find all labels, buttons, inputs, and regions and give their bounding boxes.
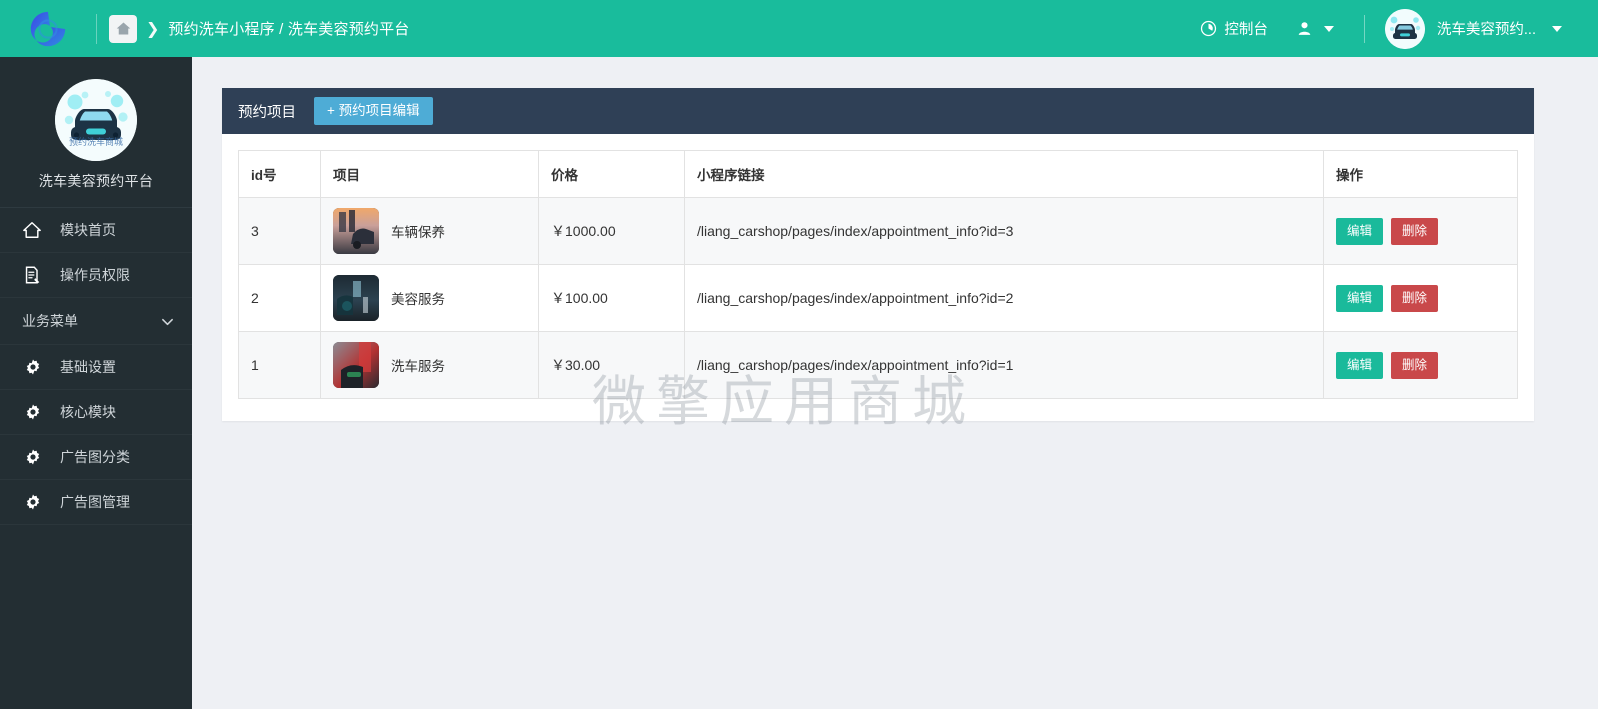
sidebar-item-label: 基础设置: [60, 359, 116, 375]
table-row: 2 美容服务 ￥100.00 /liang_carshop/pages/inde…: [238, 264, 1518, 332]
target-console-icon: [1201, 20, 1217, 37]
table-container: id号 项目 价格 小程序链接 操作 3 车辆保养 ￥1000.00 /lian…: [222, 134, 1534, 421]
cell-link: /liang_carshop/pages/index/appointment_i…: [684, 331, 1324, 399]
top-header-bar: ❯ 预约洗车小程序 / 洗车美容预约平台 控制台 洗车美容预约...: [0, 0, 1598, 57]
table-row: 1 洗车服务 ￥30.00 /liang_carshop/pages/index…: [238, 331, 1518, 399]
table-row: 3 车辆保养 ￥1000.00 /liang_carshop/pages/ind…: [238, 197, 1518, 265]
cell-operations: 编辑 删除: [1323, 264, 1518, 332]
column-header-item: 项目: [320, 150, 539, 198]
sidebar-item-label: 核心模块: [60, 404, 116, 420]
column-header-link: 小程序链接: [684, 150, 1324, 198]
breadcrumb-separator: ❯: [146, 20, 160, 38]
maintenance-thumb[interactable]: [333, 208, 379, 254]
table-header-row: id号 项目 价格 小程序链接 操作: [238, 150, 1518, 198]
swirl-logo-icon: [30, 11, 66, 46]
gear-icon: [24, 358, 42, 376]
document-pencil-icon: [22, 265, 42, 285]
carwash-thumb[interactable]: [333, 342, 379, 388]
sidebar-brand: 预约洗车商城 洗车美容预约平台: [0, 57, 192, 208]
cell-id: 2: [238, 264, 321, 332]
sidebar-item-ad-category[interactable]: 广告图分类: [0, 435, 192, 480]
cell-price: ￥1000.00: [538, 197, 685, 265]
cell-item: 洗车服务: [320, 331, 539, 399]
home-glyph-icon: [116, 22, 130, 35]
sidebar-item-label: 操作员权限: [60, 267, 130, 283]
delete-button[interactable]: 删除: [1391, 351, 1439, 379]
header-actions: 控制台 洗车美容预约...: [1186, 0, 1598, 57]
sidebar-group-business-menu[interactable]: 业务菜单: [0, 298, 192, 345]
cell-id: 1: [238, 331, 321, 399]
edit-button[interactable]: 编辑: [1336, 284, 1384, 312]
user-menu-button[interactable]: [1282, 0, 1348, 57]
home-icon[interactable]: [109, 14, 137, 43]
app-logo[interactable]: [0, 0, 96, 57]
sidebar-item-operator-permission[interactable]: 操作员权限: [0, 253, 192, 298]
carwash-avatar-icon: [1384, 8, 1425, 49]
column-header-price: 价格: [538, 150, 685, 198]
svg-text:预约洗车商城: 预约洗车商城: [69, 136, 123, 148]
sidebar-item-label: 广告图分类: [60, 449, 130, 465]
delete-button[interactable]: 删除: [1391, 284, 1439, 312]
beauty-thumb[interactable]: [333, 275, 379, 321]
edit-button[interactable]: 编辑: [1336, 217, 1384, 245]
chevron-down-icon: [1323, 25, 1334, 32]
appointment-items-table: id号 项目 价格 小程序链接 操作 3 车辆保养 ￥1000.00 /lian…: [238, 150, 1518, 399]
cell-id: 3: [238, 197, 321, 265]
breadcrumb: ❯ 预约洗车小程序 / 洗车美容预约平台: [109, 14, 410, 43]
avatar: [1384, 8, 1425, 49]
cell-operations: 编辑 删除: [1323, 197, 1518, 265]
cell-operations: 编辑 删除: [1323, 331, 1518, 399]
header-vertical-divider: [1363, 14, 1365, 43]
sidebar-avatar: 预约洗车商城: [55, 79, 137, 161]
chevron-down-icon: [1552, 25, 1562, 32]
cell-link: /liang_carshop/pages/index/appointment_i…: [684, 197, 1324, 265]
home-outline-icon: [22, 220, 42, 240]
cell-item: 车辆保养: [320, 197, 539, 265]
sidebar: 预约洗车商城 洗车美容预约平台 模块首页 操作员权限 业务菜单 基础设置 核心模…: [0, 57, 192, 709]
cell-link: /liang_carshop/pages/index/appointment_i…: [684, 264, 1324, 332]
item-name-label: 美容服务: [391, 292, 445, 307]
sidebar-item-basic-settings[interactable]: 基础设置: [0, 345, 192, 390]
breadcrumb-label: 预约洗车小程序 / 洗车美容预约平台: [168, 21, 410, 38]
account-menu-button[interactable]: 洗车美容预约...: [1381, 0, 1576, 57]
chevron-down-icon: [161, 315, 174, 328]
sidebar-group-label: 业务菜单: [22, 313, 78, 329]
add-appointment-item-button[interactable]: + 预约项目编辑: [314, 97, 433, 125]
panel-tab-bar: 预约项目 + 预约项目编辑: [222, 88, 1534, 134]
console-label: 控制台: [1224, 22, 1268, 38]
carwash-avatar-icon: 预约洗车商城: [55, 79, 137, 161]
appointment-items-panel: 预约项目 + 预约项目编辑 id号 项目 价格 小程序链接 操作 3 车辆保养 …: [222, 88, 1534, 421]
cell-item: 美容服务: [320, 264, 539, 332]
sidebar-item-label: 模块首页: [60, 222, 116, 238]
sidebar-item-ad-management[interactable]: 广告图管理: [0, 480, 192, 525]
user-icon: [1298, 22, 1311, 35]
tab-appointment-items[interactable]: 预约项目: [238, 101, 296, 122]
sidebar-item-label: 广告图管理: [60, 494, 130, 510]
sidebar-brand-title: 洗车美容预约平台: [38, 173, 154, 189]
header-divider: [96, 13, 97, 44]
gear-icon: [24, 403, 42, 421]
gear-icon: [24, 493, 42, 511]
item-name-label: 洗车服务: [391, 359, 445, 374]
main-content: 预约项目 + 预约项目编辑 id号 项目 价格 小程序链接 操作 3 车辆保养 …: [192, 57, 1598, 709]
edit-button[interactable]: 编辑: [1336, 351, 1384, 379]
cell-price: ￥30.00: [538, 331, 685, 399]
delete-button[interactable]: 删除: [1391, 217, 1439, 245]
gear-icon: [24, 448, 42, 466]
sidebar-item-module-home[interactable]: 模块首页: [0, 208, 192, 253]
sidebar-item-core-module[interactable]: 核心模块: [0, 390, 192, 435]
column-header-id: id号: [238, 150, 321, 198]
cell-price: ￥100.00: [538, 264, 685, 332]
account-name-label: 洗车美容预约...: [1436, 22, 1536, 38]
item-name-label: 车辆保养: [391, 225, 445, 240]
console-button[interactable]: 控制台: [1186, 0, 1282, 57]
column-header-operations: 操作: [1323, 150, 1518, 198]
